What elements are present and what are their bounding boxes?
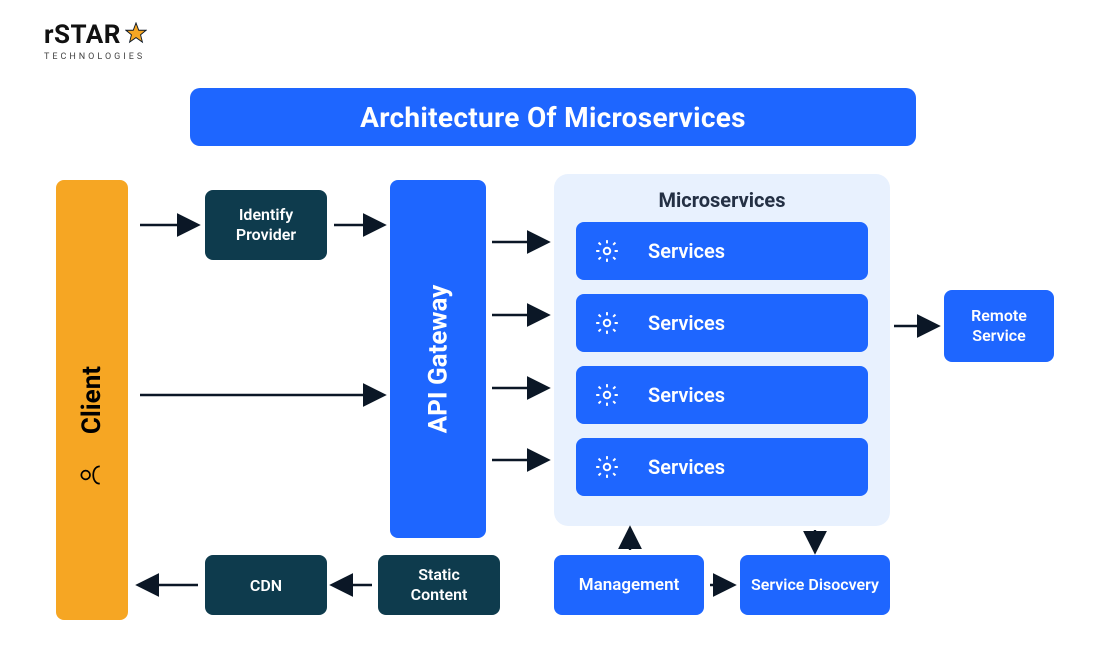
cdn-block: CDN <box>205 555 327 615</box>
static-content-label: Static Content <box>388 565 490 605</box>
service-item: Services <box>576 438 868 496</box>
cdn-label: CDN <box>250 576 282 595</box>
identify-provider-block: Identify Provider <box>205 190 327 260</box>
gear-icon <box>594 382 620 408</box>
management-label: Management <box>579 575 680 595</box>
diagram-canvas: rSTAR TECHNOLOGIES Architecture Of Micro… <box>0 0 1108 671</box>
identify-provider-label: Identify Provider <box>215 205 317 245</box>
client-block: Client <box>56 180 128 620</box>
service-item: Services <box>576 222 868 280</box>
brand-logo-row: rSTAR <box>44 20 147 50</box>
client-label: Client <box>77 366 107 434</box>
gear-icon <box>594 238 620 264</box>
management-block: Management <box>554 555 704 615</box>
service-label: Services <box>648 383 725 407</box>
brand-logo: rSTAR TECHNOLOGIES <box>44 20 147 62</box>
person-icon <box>77 462 107 488</box>
service-discovery-block: Service Disocvery <box>740 555 890 615</box>
service-discovery-label: Service Disocvery <box>751 575 879 594</box>
diagram-title: Architecture Of Microservices <box>190 88 916 146</box>
static-content-block: Static Content <box>378 555 500 615</box>
remote-service-block: Remote Service <box>944 290 1054 362</box>
service-label: Services <box>648 239 725 263</box>
star-icon <box>125 22 147 48</box>
api-gateway-label: API Gateway <box>423 285 453 434</box>
api-gateway-block: API Gateway <box>390 180 486 538</box>
service-item: Services <box>576 366 868 424</box>
diagram-title-text: Architecture Of Microservices <box>360 101 746 134</box>
remote-service-label: Remote Service <box>954 306 1044 346</box>
microservices-panel: Microservices Services Services <box>554 174 890 526</box>
brand-name: rSTAR <box>44 20 121 50</box>
brand-subtitle: TECHNOLOGIES <box>44 52 145 62</box>
service-label: Services <box>648 455 725 479</box>
gear-icon <box>594 454 620 480</box>
service-item: Services <box>576 294 868 352</box>
microservices-title: Microservices <box>576 188 868 212</box>
gear-icon <box>594 310 620 336</box>
service-label: Services <box>648 311 725 335</box>
